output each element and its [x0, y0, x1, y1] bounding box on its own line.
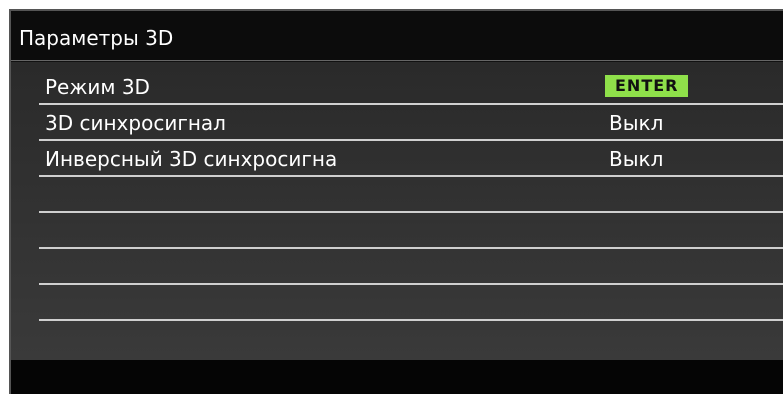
enter-button[interactable]: ENTER	[605, 75, 689, 97]
page-title: Параметры 3D	[19, 26, 174, 50]
menu-item-3d-mode[interactable]: Режим 3D ENTER	[39, 69, 783, 105]
menu-item-empty	[39, 213, 783, 249]
menu-item-empty	[39, 249, 783, 285]
menu-item-label: 3D синхросигнал	[45, 111, 226, 135]
osd-header: Параметры 3D	[11, 11, 783, 61]
osd-menu-window: Параметры 3D Режим 3D ENTER 3D синхросиг…	[9, 9, 783, 394]
menu-item-empty	[39, 177, 783, 213]
menu-item-value[interactable]: Выкл	[609, 111, 663, 135]
menu-panel: Режим 3D ENTER 3D синхросигнал Выкл Инве…	[11, 62, 783, 362]
menu-item-value[interactable]: Выкл	[609, 147, 663, 171]
menu-item-label: Режим 3D	[45, 75, 150, 99]
osd-footer	[11, 360, 783, 394]
menu-item-3d-sync[interactable]: 3D синхросигнал Выкл	[39, 105, 783, 141]
menu-item-label: Инверсный 3D синхросигна	[45, 147, 338, 171]
menu-item-3d-sync-invert[interactable]: Инверсный 3D синхросигна Выкл	[39, 141, 783, 177]
menu-item-empty	[39, 285, 783, 321]
